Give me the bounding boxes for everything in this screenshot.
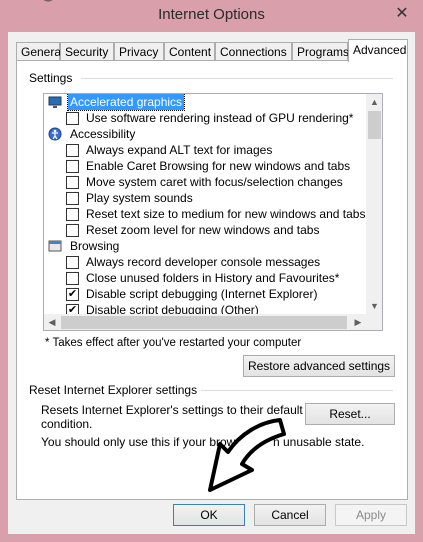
window-title: Internet Options (158, 6, 265, 23)
option-label: Use software rendering instead of GPU re… (86, 111, 354, 125)
option-checkbox[interactable] (66, 176, 79, 189)
option-label: Enable Caret Browsing for new windows an… (86, 159, 351, 173)
tab-general[interactable]: General (16, 42, 64, 61)
tab-advanced[interactable]: Advanced (348, 39, 408, 62)
scroll-up-icon[interactable]: ▲ (366, 94, 382, 110)
tab-security[interactable]: Security (60, 42, 114, 61)
tab-privacy[interactable]: Privacy (114, 42, 164, 61)
option-checkbox[interactable] (66, 160, 79, 173)
option-label: Move system caret with focus/selection c… (86, 175, 343, 189)
horizontal-scroll-thumb[interactable] (61, 316, 347, 329)
browsing-icon (48, 240, 62, 252)
cancel-button[interactable]: Cancel (254, 504, 326, 526)
pointer-arrow-icon (208, 418, 286, 492)
scroll-corner (366, 314, 382, 330)
horizontal-scrollbar[interactable]: ◀ ▶ (44, 314, 366, 330)
option-checkbox[interactable] (66, 208, 79, 221)
tab-connections[interactable]: Connections (215, 42, 292, 61)
option-label: Disable script debugging (Internet Explo… (86, 287, 318, 301)
option-checkbox[interactable] (66, 288, 79, 301)
option-checkbox[interactable] (66, 192, 79, 205)
accessibility-icon (48, 127, 62, 141)
option-label: Always expand ALT text for images (86, 143, 273, 157)
apply-button[interactable]: Apply (335, 504, 407, 526)
option-checkbox[interactable] (66, 272, 79, 285)
option-label: Reset zoom level for new windows and tab… (86, 223, 320, 237)
option-label: Always record developer console messages (86, 255, 321, 269)
category-label: Accelerated graphics (66, 94, 186, 111)
restore-advanced-settings-button[interactable]: Restore advanced settings (243, 355, 395, 377)
settings-group-label: Settings (29, 71, 73, 85)
option-label: Close unused folders in History and Favo… (86, 271, 340, 285)
scroll-down-icon[interactable]: ▼ (366, 298, 382, 314)
vertical-scrollbar[interactable]: ▲ ▼ (366, 94, 382, 314)
option-checkbox[interactable] (66, 256, 79, 269)
monitor-icon (48, 96, 62, 108)
group-divider (201, 390, 393, 391)
reset-button[interactable]: Reset... (305, 403, 395, 425)
vertical-scroll-thumb[interactable] (368, 111, 381, 139)
option-checkbox[interactable] (66, 144, 79, 157)
reset-group-label: Reset Internet Explorer settings (29, 383, 198, 397)
category-label: Accessibility (70, 127, 136, 141)
ok-button[interactable]: OK (173, 504, 245, 526)
option-checkbox[interactable] (66, 224, 79, 237)
category-label: Browsing (70, 239, 120, 253)
scroll-left-icon[interactable]: ◀ (44, 314, 60, 330)
reset-description-line2: condition. (41, 417, 93, 431)
settings-tree[interactable]: Accelerated graphics Use software render… (43, 93, 383, 331)
tab-programs[interactable]: Programs (292, 42, 349, 61)
scroll-right-icon[interactable]: ▶ (350, 314, 366, 330)
restart-footnote: * Takes effect after you've restarted yo… (45, 337, 302, 349)
option-checkbox[interactable] (66, 112, 79, 125)
close-icon[interactable]: ✕ (391, 4, 413, 24)
group-divider (81, 78, 393, 79)
option-label: Reset text size to medium for new window… (86, 207, 366, 221)
option-label: Play system sounds (86, 191, 193, 205)
tab-content[interactable]: Content (164, 42, 215, 61)
